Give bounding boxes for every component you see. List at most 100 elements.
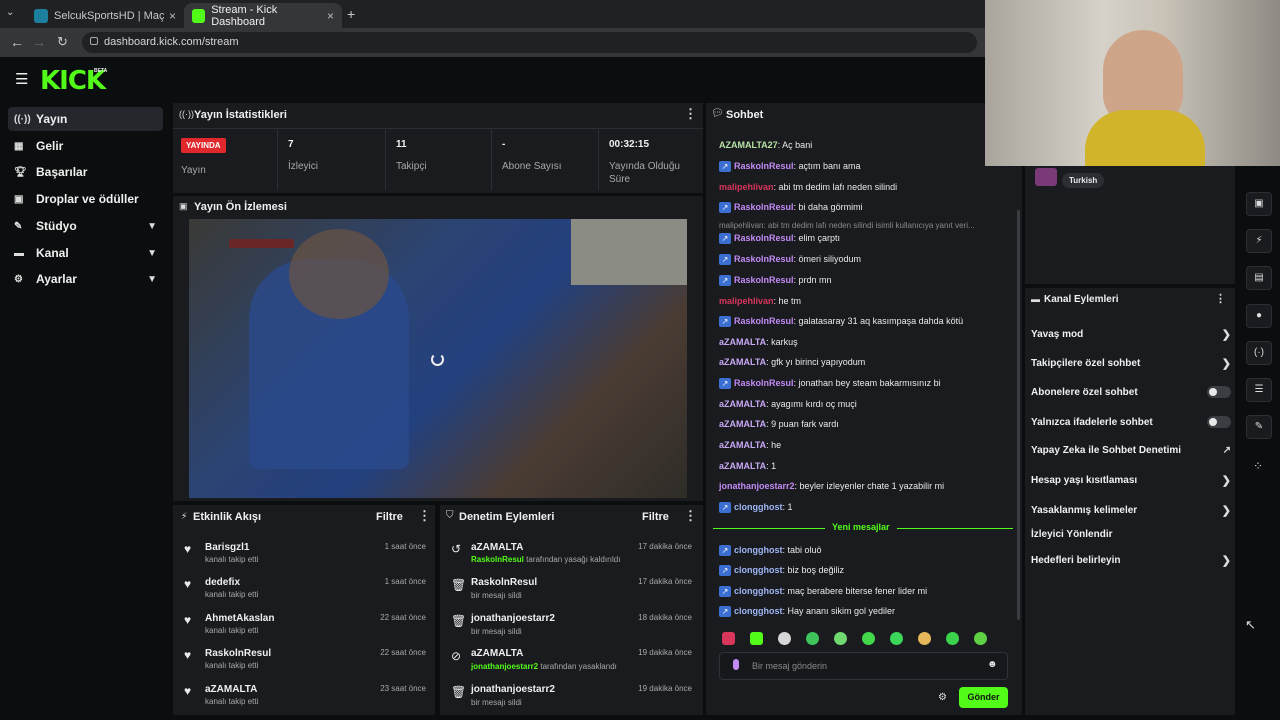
- back-icon[interactable]: ←: [10, 34, 24, 50]
- microphone-icon[interactable]: [733, 659, 739, 670]
- chat-username[interactable]: RaskolnResul: [734, 161, 794, 171]
- lightning-icon[interactable]: ⚡︎: [1246, 229, 1272, 253]
- more-options-icon[interactable]: ⋮: [1215, 292, 1226, 305]
- chat-username[interactable]: AZAMALTA27: [719, 140, 778, 150]
- activity-user[interactable]: RaskolnResul: [205, 648, 271, 659]
- chat-username[interactable]: RaskolnResul: [734, 316, 794, 326]
- browser-tab-kick[interactable]: Stream - Kick Dashboard ×: [184, 3, 342, 28]
- sidebar-item-droplar[interactable]: ▣ Droplar ve ödüller: [8, 187, 163, 211]
- action-followers-only[interactable]: Takipçilere özel sohbet ❯: [1031, 357, 1231, 370]
- sidebar-item-basarilar[interactable]: 🏆︎ Başarılar: [8, 160, 163, 184]
- add-widget-icon[interactable]: ⁘: [1253, 459, 1263, 473]
- action-ai-moderation[interactable]: Yapay Zeka ile Sohbet Denetimi ↗: [1031, 445, 1231, 456]
- document-icon[interactable]: ▤: [1246, 266, 1272, 290]
- chat-text: : Aç bani: [777, 140, 813, 150]
- activity-user[interactable]: Barisgzl1: [205, 542, 249, 553]
- stream-video[interactable]: [189, 219, 687, 498]
- chat-scrollbar[interactable]: [1017, 210, 1020, 620]
- layout-icon[interactable]: ☰: [1246, 378, 1272, 402]
- chat-username[interactable]: clongghost: [734, 545, 783, 555]
- chat-username[interactable]: RaskolnResul: [734, 378, 794, 388]
- chat-username[interactable]: aZAMALTA: [719, 399, 766, 409]
- emote-icon[interactable]: [834, 632, 847, 645]
- activity-user[interactable]: AhmetAkaslan: [205, 613, 274, 624]
- more-options-icon[interactable]: ⋮: [418, 508, 431, 524]
- chat-username[interactable]: malipehlivan: [719, 296, 774, 306]
- emote-icon[interactable]: [778, 632, 791, 645]
- tab-list-chevron-icon[interactable]: ⌄: [6, 7, 14, 18]
- activity-filter-button[interactable]: Filtre: [376, 511, 403, 523]
- chat-username[interactable]: RaskolnResul: [734, 202, 794, 212]
- forward-icon[interactable]: →: [32, 34, 46, 50]
- send-button[interactable]: Gönder: [959, 687, 1008, 708]
- menu-icon[interactable]: ☰: [15, 70, 28, 88]
- moderator-name[interactable]: aZAMALTA: [471, 648, 523, 659]
- action-subscribers-only[interactable]: Abonelere özel sohbet: [1031, 386, 1231, 398]
- reload-icon[interactable]: ↻: [57, 34, 68, 50]
- sidebar-item-kanal[interactable]: ▬ Kanal ▼: [8, 241, 163, 265]
- target-user[interactable]: RaskolnResul: [471, 555, 524, 564]
- emote-icon[interactable]: [974, 632, 987, 645]
- emote-icon[interactable]: [806, 632, 819, 645]
- browser-tab-selcuk[interactable]: SelcukSportsHD | Maç Yayı ×: [26, 3, 184, 28]
- chat-username[interactable]: clongghost: [734, 606, 783, 616]
- close-tab-icon[interactable]: ×: [169, 9, 176, 23]
- chat-username[interactable]: RaskolnResul: [734, 254, 794, 264]
- emoji-icon[interactable]: ☻: [987, 659, 998, 670]
- moderation-filter-button[interactable]: Filtre: [642, 511, 669, 523]
- chat-bubble-icon[interactable]: ●: [1246, 304, 1272, 328]
- chat-username[interactable]: clongghost: [734, 586, 783, 596]
- chat-username[interactable]: RaskolnResul: [734, 233, 794, 243]
- sidebar-item-studyo[interactable]: ✎ Stüdyo ▼: [8, 214, 163, 238]
- emote-icon[interactable]: [722, 632, 735, 645]
- moderator-name[interactable]: jonathanjoestarr2: [471, 684, 555, 695]
- action-goals[interactable]: Hedefleri belirleyin ❯: [1031, 554, 1231, 567]
- activity-time: 1 saat önce: [384, 577, 426, 586]
- sidebar-item-ayarlar[interactable]: ⚙ Ayarlar ▼: [8, 267, 163, 291]
- url-input[interactable]: dashboard.kick.com/stream: [82, 32, 977, 53]
- moderator-name[interactable]: RaskolnResul: [471, 577, 537, 588]
- uptime-label: Yayında Olduğu Süre: [609, 161, 680, 185]
- chat-username[interactable]: clongghost: [734, 502, 783, 512]
- chat-text: : ömeri siliyodum: [793, 254, 862, 264]
- action-banned-words[interactable]: Yasaklanmış kelimeler ❯: [1031, 504, 1231, 517]
- chat-username[interactable]: malipehlivan: [719, 182, 774, 192]
- chat-username[interactable]: clongghost: [734, 565, 783, 575]
- chat-username[interactable]: RaskolnResul: [734, 275, 794, 285]
- clip-icon[interactable]: ▣: [1246, 192, 1272, 216]
- more-options-icon[interactable]: ⋮: [684, 106, 697, 122]
- close-tab-icon[interactable]: ×: [327, 9, 334, 23]
- action-slow-mode[interactable]: Yavaş mod ❯: [1031, 328, 1231, 341]
- emotes-only-toggle[interactable]: [1207, 416, 1231, 428]
- site-info-icon[interactable]: [90, 37, 98, 45]
- new-tab-button[interactable]: +: [347, 6, 355, 22]
- chat-username[interactable]: aZAMALTA: [719, 337, 766, 347]
- action-emotes-only[interactable]: Yalnızca ifadelerle sohbet: [1031, 416, 1231, 428]
- chat-username[interactable]: aZAMALTA: [719, 440, 766, 450]
- emote-icon[interactable]: [750, 632, 763, 645]
- chat-settings-gear-icon[interactable]: ⚙: [938, 692, 947, 703]
- more-options-icon[interactable]: ⋮: [684, 508, 697, 524]
- chat-username[interactable]: aZAMALTA: [719, 461, 766, 471]
- emote-icon[interactable]: [890, 632, 903, 645]
- chat-message: ↗ RaskolnResul: ömeri siliyodum: [719, 254, 862, 266]
- chat-username[interactable]: aZAMALTA: [719, 357, 766, 367]
- moderator-name[interactable]: aZAMALTA: [471, 542, 523, 553]
- chat-username[interactable]: jonathanjoestarr2: [719, 481, 795, 491]
- action-host[interactable]: İzleyici Yönlendir: [1031, 529, 1231, 540]
- subscribers-only-toggle[interactable]: [1207, 386, 1231, 398]
- sidebar-item-gelir[interactable]: ▦ Gelir: [8, 134, 163, 158]
- broadcast-icon[interactable]: (·): [1246, 341, 1272, 365]
- emote-icon[interactable]: [918, 632, 931, 645]
- target-user[interactable]: jonathanjoestarr2: [471, 662, 538, 671]
- emote-icon[interactable]: [862, 632, 875, 645]
- moderator-name[interactable]: jonathanjoestarr2: [471, 613, 555, 624]
- chat-username[interactable]: aZAMALTA: [719, 419, 766, 429]
- action-account-age[interactable]: Hesap yaşı kısıtlaması ❯: [1031, 474, 1231, 487]
- activity-user[interactable]: dedefix: [205, 577, 240, 588]
- sidebar-item-yayin[interactable]: ((·)) Yayın: [8, 107, 163, 131]
- emote-icon[interactable]: [946, 632, 959, 645]
- activity-user[interactable]: aZAMALTA: [205, 684, 257, 695]
- site-favicon-icon: [34, 8, 48, 23]
- wrench-icon[interactable]: ✎: [1246, 415, 1272, 439]
